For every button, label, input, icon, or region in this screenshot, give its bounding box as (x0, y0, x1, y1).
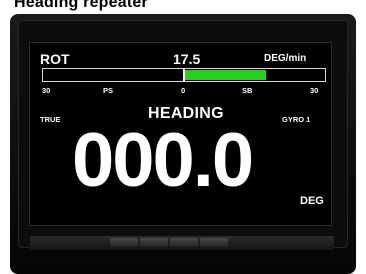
rot-value: 17.5 (173, 51, 201, 67)
device-button-4[interactable] (200, 238, 228, 247)
rot-bar-fill (184, 70, 267, 80)
rot-port-label: PS (103, 86, 114, 95)
rot-center-label: 0 (181, 86, 186, 95)
rot-bar-center-mark (183, 68, 185, 82)
true-label: TRUE (40, 115, 61, 124)
page-caption: Heading repeater (14, 0, 148, 11)
rot-scale-right: 30 (310, 86, 319, 95)
display-screen: ROT 17.5 DEG/min 30 PS 0 SB 30 TRUE HEAD… (29, 42, 332, 226)
source-label: GYRO 1 (282, 115, 311, 124)
heading-value: 000.0 (72, 118, 254, 203)
device-button-3[interactable] (170, 238, 198, 247)
rot-starboard-label: SB (242, 86, 253, 95)
rot-unit: DEG/min (264, 53, 307, 64)
device-button-1[interactable] (110, 238, 138, 247)
device-button-2[interactable] (140, 238, 168, 247)
rot-scale-left: 30 (42, 86, 51, 95)
rot-bar (42, 68, 326, 82)
heading-unit: DEG (300, 195, 324, 207)
rot-title: ROT (40, 51, 70, 67)
